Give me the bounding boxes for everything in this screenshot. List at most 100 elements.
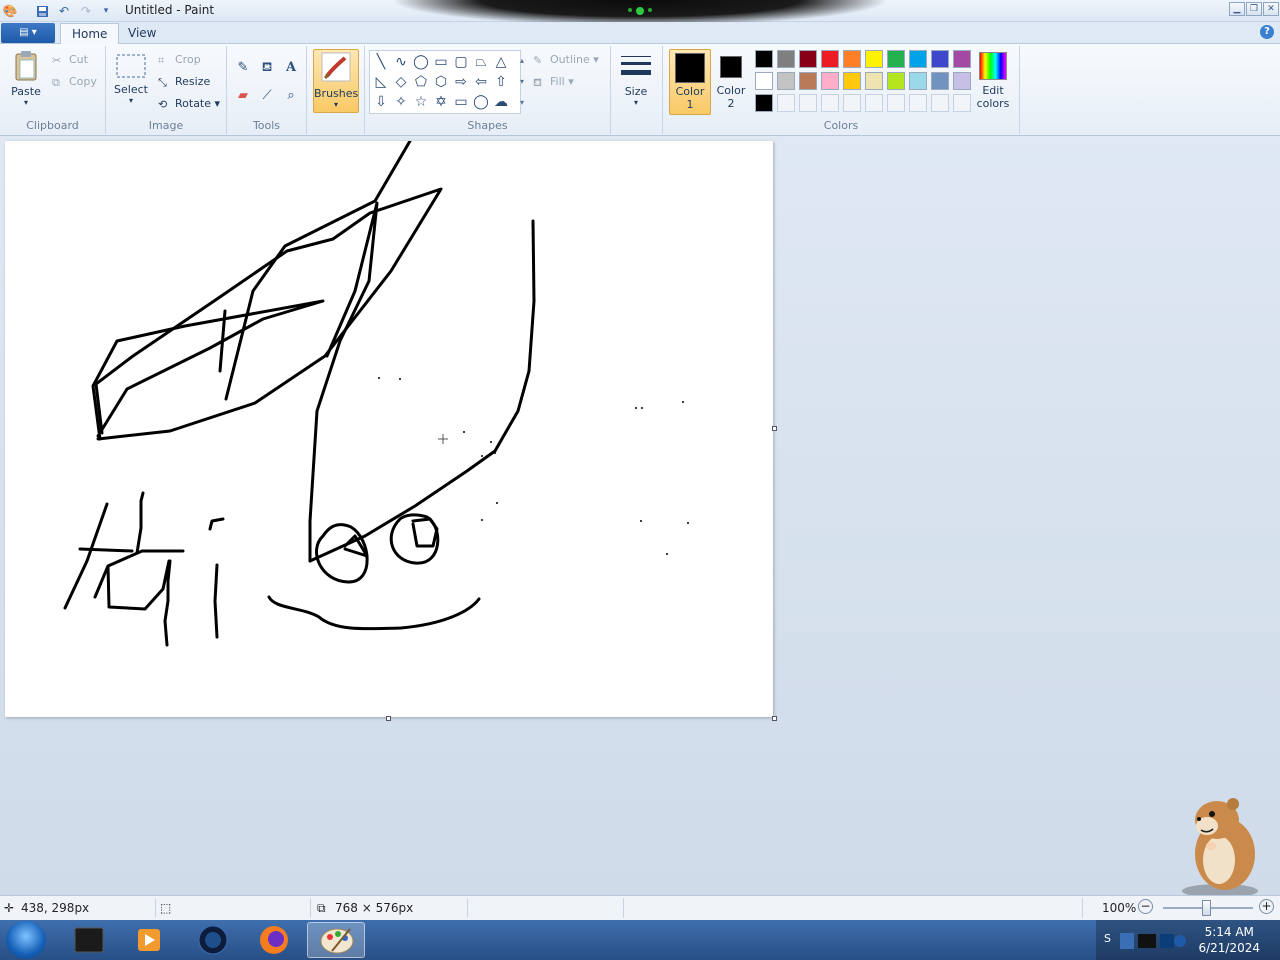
- cloud-callout-shape-icon[interactable]: ☁: [492, 93, 510, 111]
- shapes-scroll[interactable]: ▴ ▾ ▾: [517, 50, 527, 114]
- five-point-star-shape-icon[interactable]: ☆: [412, 93, 430, 111]
- globe-app[interactable]: [184, 922, 242, 958]
- palette-swatch-empty[interactable]: [865, 94, 883, 112]
- callout-rect-shape-icon[interactable]: ▭: [452, 93, 470, 111]
- paint-menu-button[interactable]: ▤ ▾: [1, 23, 55, 43]
- select-button[interactable]: Select ▾: [112, 52, 150, 105]
- zoom-slider-thumb[interactable]: [1202, 900, 1211, 916]
- tab-home[interactable]: Home: [60, 23, 120, 45]
- palette-swatch-empty[interactable]: [931, 94, 949, 112]
- down-arrow-shape-icon[interactable]: ⇩: [372, 93, 390, 111]
- resize-handle-right[interactable]: [772, 426, 777, 431]
- pentagon-shape-icon[interactable]: ⬠: [412, 73, 430, 91]
- palette-swatch[interactable]: [777, 72, 795, 90]
- callout-oval-shape-icon[interactable]: ◯: [472, 93, 490, 111]
- palette-swatch[interactable]: [909, 72, 927, 90]
- resize-button[interactable]: ⤡ Resize: [158, 75, 210, 89]
- zoom-out-button[interactable]: −: [1138, 899, 1153, 914]
- palette-swatch-empty[interactable]: [799, 94, 817, 112]
- undo-icon[interactable]: ↶: [56, 3, 72, 19]
- palette-swatch[interactable]: [821, 50, 839, 68]
- palette-swatch[interactable]: [931, 50, 949, 68]
- palette-swatch[interactable]: [755, 94, 773, 112]
- palette-swatch-empty[interactable]: [777, 94, 795, 112]
- six-point-star-shape-icon[interactable]: ✡: [432, 93, 450, 111]
- palette-swatch[interactable]: [865, 72, 883, 90]
- crop-button[interactable]: ⌗ Crop: [158, 53, 201, 67]
- minimize-button[interactable]: ▁: [1229, 2, 1245, 16]
- color-picker-icon[interactable]: ⟋: [257, 86, 277, 106]
- diamond-shape-icon[interactable]: ◇: [392, 73, 410, 91]
- curve-shape-icon[interactable]: ∿: [392, 53, 410, 71]
- firefox-app[interactable]: [245, 922, 303, 958]
- palette-swatch-empty[interactable]: [909, 94, 927, 112]
- media-player-app[interactable]: [120, 922, 178, 958]
- palette-swatch[interactable]: [777, 50, 795, 68]
- rotate-button[interactable]: ⟲ Rotate ▾: [158, 97, 220, 111]
- line-shape-icon[interactable]: ╲: [372, 53, 390, 71]
- paint-app-icon[interactable]: 🎨: [2, 3, 18, 19]
- palette-swatch[interactable]: [755, 72, 773, 90]
- palette-swatch[interactable]: [843, 72, 861, 90]
- palette-swatch[interactable]: [865, 50, 883, 68]
- palette-swatch[interactable]: [887, 50, 905, 68]
- tray-keyboard-icon[interactable]: S: [1104, 932, 1111, 945]
- palette-swatch-empty[interactable]: [887, 94, 905, 112]
- brushes-button[interactable]: Brushes ▾: [313, 49, 359, 113]
- pencil-icon[interactable]: ✎: [233, 58, 253, 78]
- right-triangle-shape-icon[interactable]: ◺: [372, 73, 390, 91]
- palette-swatch[interactable]: [843, 50, 861, 68]
- close-button[interactable]: ✕: [1263, 2, 1279, 16]
- tools-group-label: Tools: [252, 119, 281, 132]
- drawing-canvas[interactable]: [5, 139, 773, 717]
- fill-button[interactable]: ⛾ Fill ▾: [533, 75, 574, 89]
- color1-button[interactable]: Color 1: [669, 49, 711, 115]
- outline-button[interactable]: ✎ Outline ▾: [533, 53, 599, 67]
- palette-swatch[interactable]: [799, 50, 817, 68]
- paint-app[interactable]: [307, 922, 365, 958]
- triangle-shape-icon[interactable]: △: [492, 53, 510, 71]
- right-arrow-shape-icon[interactable]: ⇨: [452, 73, 470, 91]
- rectangle-shape-icon[interactable]: ▭: [432, 53, 450, 71]
- palette-swatch-empty[interactable]: [821, 94, 839, 112]
- eraser-icon[interactable]: ▰: [233, 86, 253, 106]
- taskbar-clock[interactable]: 5:14 AM 6/21/2024: [1198, 924, 1260, 956]
- palette-swatch[interactable]: [799, 72, 817, 90]
- polygon-shape-icon[interactable]: ⏢: [472, 53, 490, 71]
- palette-swatch[interactable]: [821, 72, 839, 90]
- hexagon-shape-icon[interactable]: ⬡: [432, 73, 450, 91]
- size-button[interactable]: Size ▾: [617, 52, 655, 107]
- up-arrow-shape-icon[interactable]: ⇧: [492, 73, 510, 91]
- resize-handle-corner[interactable]: [772, 716, 777, 721]
- text-tool-icon[interactable]: A: [281, 58, 301, 78]
- cut-button[interactable]: ✂ Cut: [52, 53, 88, 67]
- restore-button[interactable]: ❐: [1246, 2, 1262, 16]
- palette-swatch-empty[interactable]: [843, 94, 861, 112]
- four-point-star-shape-icon[interactable]: ✧: [392, 93, 410, 111]
- palette-swatch[interactable]: [755, 50, 773, 68]
- rounded-rectangle-shape-icon[interactable]: ▢: [452, 53, 470, 71]
- oval-shape-icon[interactable]: ◯: [412, 53, 430, 71]
- palette-swatch[interactable]: [909, 50, 927, 68]
- fill-bucket-icon[interactable]: ⛾: [257, 58, 277, 78]
- redo-icon[interactable]: ↷: [78, 3, 94, 19]
- palette-swatch[interactable]: [931, 72, 949, 90]
- tab-view[interactable]: View: [117, 23, 167, 45]
- start-button[interactable]: [6, 921, 46, 959]
- edit-colors-button[interactable]: Edit colors: [973, 52, 1013, 110]
- terminal-app[interactable]: [60, 922, 118, 958]
- palette-swatch[interactable]: [887, 72, 905, 90]
- paste-button[interactable]: Paste ▾: [6, 50, 46, 107]
- magnifier-icon[interactable]: ⌕: [281, 86, 301, 106]
- zoom-in-button[interactable]: +: [1259, 899, 1274, 914]
- color2-button[interactable]: Color 2: [713, 54, 749, 110]
- palette-swatch[interactable]: [953, 72, 971, 90]
- quick-access-dropdown-icon[interactable]: ▾: [98, 3, 114, 19]
- palette-swatch-empty[interactable]: [953, 94, 971, 112]
- resize-handle-bottom[interactable]: [386, 716, 391, 721]
- help-icon[interactable]: ?: [1260, 25, 1274, 39]
- copy-button[interactable]: ⧉ Copy: [52, 75, 97, 89]
- palette-swatch[interactable]: [953, 50, 971, 68]
- left-arrow-shape-icon[interactable]: ⇦: [472, 73, 490, 91]
- save-icon[interactable]: [34, 3, 50, 19]
